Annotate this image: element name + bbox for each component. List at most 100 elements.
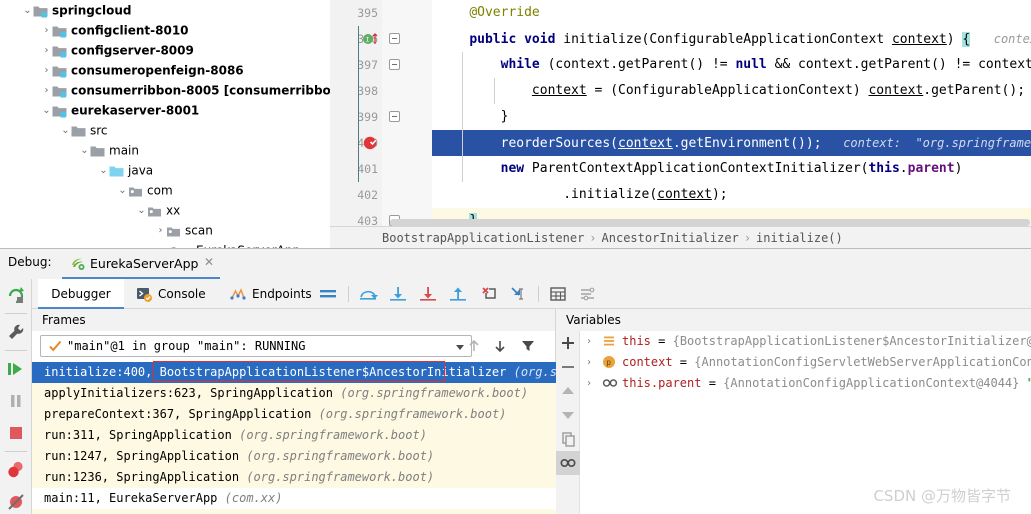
tree-item-main[interactable]: ⌄ main [0, 140, 330, 160]
tree-item-java[interactable]: ⌄ java [0, 160, 330, 180]
move-down-icon[interactable] [556, 403, 580, 427]
variable-row[interactable]: › this.parent = {AnnotationConfigApplicat… [580, 373, 1031, 394]
method-override-icon[interactable]: I [362, 31, 378, 47]
tab-debugger[interactable]: Debugger [38, 279, 124, 309]
thread-selector[interactable]: "main"@1 in group "main": RUNNING [40, 335, 472, 357]
stop-icon[interactable] [0, 417, 32, 449]
tree-item-label: com [147, 183, 173, 198]
code-line[interactable]: reorderSources(context.getEnvironment())… [432, 130, 1031, 156]
tree-twisty[interactable]: › [41, 81, 52, 101]
debug-session-tab[interactable]: EurekaServerApp ✕ [62, 249, 221, 279]
fold-marker[interactable] [389, 111, 400, 122]
frame-row[interactable]: prepareContext:367, SpringApplication (o… [32, 404, 556, 425]
tree-item-configclient-8010[interactable]: › configclient-8010 [0, 20, 330, 40]
code-line[interactable]: new ParentContextApplicationContextIniti… [432, 156, 1031, 182]
variable-value: {BootstrapApplicationListener$AncestorIn… [672, 334, 1031, 348]
code-content[interactable]: @Override public void initialize(Configu… [432, 0, 1031, 226]
breadcrumb-item[interactable]: initialize() [756, 231, 843, 245]
code-line[interactable]: public void initialize(ConfigurableAppli… [432, 26, 1031, 52]
breakpoint-verified-icon[interactable] [362, 135, 378, 151]
tree-item-springcloud[interactable]: ⌄ springcloud [0, 0, 330, 20]
fold-marker[interactable] [389, 59, 400, 70]
variable-row[interactable]: › p context = {AnnotationConfigServletWebS… [580, 352, 1031, 373]
filter-icon[interactable] [519, 337, 537, 355]
tree-item-xx[interactable]: ⌄ xx [0, 200, 330, 220]
project-tree[interactable]: ⌄ springcloud › configclient-8010 › configser… [0, 0, 330, 248]
tree-twisty[interactable]: ⌄ [41, 101, 52, 121]
view-breakpoints-icon[interactable] [0, 454, 32, 486]
layout-settings-icon[interactable] [318, 285, 338, 303]
frame-row[interactable]: applyInitializers:623, SpringApplication… [32, 383, 556, 404]
mute-breakpoints-icon[interactable] [0, 486, 32, 514]
rerun-icon[interactable] [0, 279, 32, 311]
tree-twisty[interactable]: ⌄ [22, 1, 33, 21]
expand-chevron-icon[interactable]: › [586, 352, 598, 373]
remove-watch-icon[interactable] [556, 355, 580, 379]
tree-item-eurekaserverapp[interactable]: cEurekaServerApp [0, 240, 330, 248]
tree-item-consumeropenfeign-8086[interactable]: › consumeropenfeign-8086 [0, 60, 330, 80]
code-line[interactable]: .initialize(context); [432, 182, 1031, 208]
tree-twisty[interactable]: ⌄ [79, 141, 90, 161]
breadcrumb-item[interactable]: AncestorInitializer [602, 231, 739, 245]
variable-row[interactable]: › this = {BootstrapApplicationListener$An… [580, 331, 1031, 352]
close-icon[interactable]: ✕ [203, 256, 214, 268]
chevron-down-icon[interactable] [456, 345, 464, 350]
frames-toolbar[interactable] [465, 337, 549, 357]
tab-endpoints[interactable]: Endpoints [230, 279, 312, 309]
debug-side-toolbar[interactable] [0, 279, 32, 514]
code-editor[interactable]: 395396397398399400401402403404405 I@ @Ov… [330, 0, 1031, 226]
tree-item-configserver-8009[interactable]: › configserver-8009 [0, 40, 330, 60]
add-watch-icon[interactable] [556, 331, 580, 355]
drop-frame-icon[interactable] [508, 285, 528, 303]
force-step-into-icon[interactable] [418, 285, 438, 303]
evaluate-expression-icon[interactable] [548, 285, 568, 303]
move-up-icon[interactable] [556, 379, 580, 403]
variables-side-toolbar[interactable] [556, 331, 580, 514]
tree-twisty[interactable]: › [41, 61, 52, 81]
step-out-icon[interactable] [448, 285, 468, 303]
frame-row[interactable]: run:1236, SpringApplication (org.springf… [32, 467, 556, 488]
frames-list[interactable]: initialize:400, BootstrapApplicationList… [32, 362, 556, 514]
breadcrumb-item[interactable]: BootstrapApplicationListener [382, 231, 584, 245]
tree-twisty[interactable]: ⌄ [136, 201, 147, 221]
frame-row[interactable]: run:311, SpringApplication (org.springfr… [32, 425, 556, 446]
fold-marker[interactable] [389, 33, 400, 44]
watches-icon[interactable] [556, 451, 580, 475]
code-line[interactable]: while (context.getParent() != null && co… [432, 52, 1031, 78]
wrench-icon[interactable] [0, 316, 32, 348]
tree-twisty[interactable]: › [41, 41, 52, 61]
tree-item-src[interactable]: ⌄ src [0, 120, 330, 140]
tab-console[interactable]: Console [136, 279, 206, 309]
resume-icon[interactable] [0, 353, 32, 385]
frame-up-icon[interactable] [465, 337, 483, 355]
expand-chevron-icon[interactable]: › [586, 331, 598, 352]
pause-icon[interactable] [0, 385, 32, 417]
frame-row[interactable]: run:1247, SpringApplication (org.springf… [32, 446, 556, 467]
copy-icon[interactable] [556, 427, 580, 451]
breadcrumb[interactable]: BootstrapApplicationListener › AncestorIni… [330, 226, 1031, 248]
frame-row[interactable]: main:11, EurekaServerApp (com.xx) [32, 488, 556, 509]
step-into-icon[interactable] [388, 285, 408, 303]
tree-twisty[interactable]: ⌄ [117, 181, 128, 201]
tree-item-eurekaserver-8001[interactable]: ⌄ eurekaserver-8001 [0, 100, 330, 120]
expand-chevron-icon[interactable]: › [586, 373, 598, 394]
debug-toolbar[interactable]: Debugger Console Endpoints [32, 279, 1031, 309]
code-line[interactable]: @Override [432, 0, 1031, 26]
tree-twisty[interactable]: › [41, 21, 52, 41]
frame-row[interactable]: initialize:400, BootstrapApplicationList… [32, 362, 556, 383]
tree-twisty[interactable]: ⌄ [98, 161, 109, 181]
tree-twisty[interactable]: › [155, 221, 166, 241]
step-over-icon[interactable] [358, 285, 378, 303]
settings-list-icon[interactable] [578, 285, 598, 303]
fold-column[interactable]: I@ [363, 0, 408, 226]
tree-item-scan[interactable]: › scan [0, 220, 330, 240]
frame-down-icon[interactable] [491, 337, 509, 355]
code-line[interactable]: } [432, 104, 1031, 130]
editor-horizontal-scrollbar[interactable] [390, 219, 1030, 226]
tree-item-com[interactable]: ⌄ com [0, 180, 330, 200]
gutter-icons[interactable]: I@ [358, 0, 432, 226]
code-line[interactable]: context = (ConfigurableApplicationContex… [432, 78, 1031, 104]
tree-item-consumerribbon-8005[interactable]: › consumerribbon-8005 [consumerribbo [0, 80, 331, 101]
run-to-cursor-icon[interactable] [478, 285, 498, 303]
tree-twisty[interactable]: ⌄ [60, 121, 71, 141]
